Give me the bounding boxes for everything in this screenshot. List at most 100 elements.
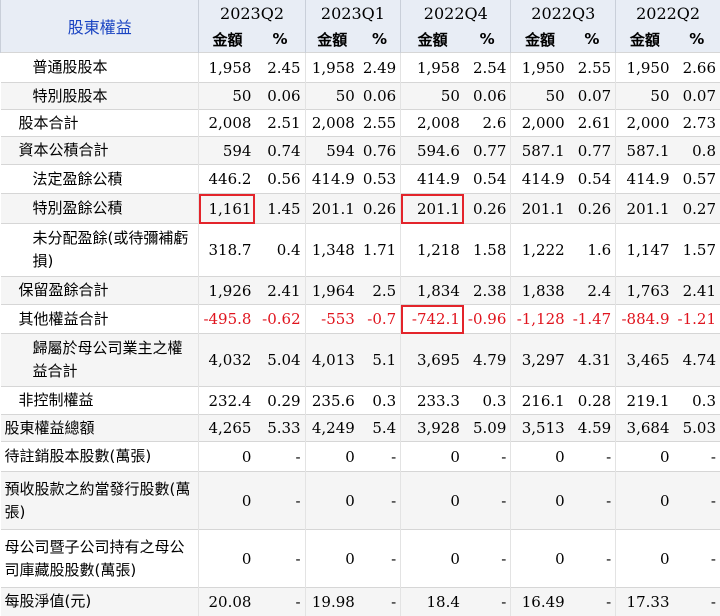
pct-cell: -0.7 xyxy=(359,305,401,334)
pct-cell: 0.74 xyxy=(255,137,305,165)
amount-cell: 446.2 xyxy=(199,165,256,194)
pct-cell: 1.58 xyxy=(464,224,511,277)
amount-cell: 0 xyxy=(305,530,359,588)
amount-cell: 50 xyxy=(511,83,569,110)
equity-table: 股東權益 2023Q2 2023Q1 2022Q4 2022Q3 2022Q2 … xyxy=(0,0,720,616)
pct-cell: 2.45 xyxy=(255,53,305,83)
table-row: 非控制權益232.40.29235.60.3233.30.3216.10.282… xyxy=(1,387,720,415)
amount-cell: 2,008 xyxy=(199,110,256,137)
amount-cell: 1,950 xyxy=(511,53,569,83)
amount-cell: 0 xyxy=(199,442,256,472)
table-row: 其他權益合計-495.8-0.62-553-0.7-742.1-0.96-1,1… xyxy=(1,305,720,334)
pct-cell: 5.04 xyxy=(255,334,305,387)
pct-cell: - xyxy=(674,530,720,588)
amount-cell: 1,161 xyxy=(199,194,256,224)
amount-cell: 3,513 xyxy=(511,415,569,442)
pct-cell: 2.49 xyxy=(359,53,401,83)
amount-cell: 1,218 xyxy=(401,224,464,277)
pct-cell: 0.3 xyxy=(464,387,511,415)
pct-cell: 0.4 xyxy=(255,224,305,277)
amount-cell: 1,348 xyxy=(305,224,359,277)
amount-cell: 232.4 xyxy=(199,387,256,415)
amount-cell: 4,265 xyxy=(199,415,256,442)
amount-cell: 587.1 xyxy=(616,137,674,165)
amount-cell: 414.9 xyxy=(401,165,464,194)
row-label: 每股淨值(元) xyxy=(1,588,199,616)
pct-cell: 0.56 xyxy=(255,165,305,194)
amount-cell: 0 xyxy=(401,442,464,472)
amount-cell: 1,222 xyxy=(511,224,569,277)
pct-cell: 2.73 xyxy=(674,110,720,137)
pct-cell: 2.41 xyxy=(674,277,720,305)
pct-cell: - xyxy=(569,588,616,616)
pct-header: % xyxy=(674,26,720,53)
pct-cell: 2.6 xyxy=(464,110,511,137)
amount-header: 金額 xyxy=(511,26,569,53)
table-row: 法定盈餘公積446.20.56414.90.53414.90.54414.90.… xyxy=(1,165,720,194)
pct-cell: - xyxy=(464,588,511,616)
pct-cell: 2.4 xyxy=(569,277,616,305)
amount-cell: -553 xyxy=(305,305,359,334)
row-label: 保留盈餘合計 xyxy=(1,277,199,305)
amount-cell: 0 xyxy=(511,472,569,530)
pct-cell: - xyxy=(464,442,511,472)
amount-cell: 16.49 xyxy=(511,588,569,616)
amount-cell: 587.1 xyxy=(511,137,569,165)
pct-cell: 0.57 xyxy=(674,165,720,194)
amount-cell: 4,032 xyxy=(199,334,256,387)
amount-cell: 2,000 xyxy=(616,110,674,137)
amount-cell: 0 xyxy=(305,442,359,472)
amount-cell: -1,128 xyxy=(511,305,569,334)
pct-cell: 2.66 xyxy=(674,53,720,83)
amount-header: 金額 xyxy=(305,26,359,53)
row-label: 預收股款之約當發行股數(萬張) xyxy=(1,472,199,530)
amount-cell: 594 xyxy=(199,137,256,165)
pct-cell: - xyxy=(359,588,401,616)
pct-cell: 2.51 xyxy=(255,110,305,137)
amount-cell: 1,926 xyxy=(199,277,256,305)
row-label: 非控制權益 xyxy=(1,387,199,415)
row-label: 特別盈餘公積 xyxy=(1,194,199,224)
amount-cell: 1,958 xyxy=(199,53,256,83)
pct-header: % xyxy=(359,26,401,53)
amount-cell: 0 xyxy=(401,530,464,588)
amount-cell: 0 xyxy=(616,530,674,588)
amount-cell: 594.6 xyxy=(401,137,464,165)
amount-header: 金額 xyxy=(401,26,464,53)
pct-cell: 0.28 xyxy=(569,387,616,415)
row-label: 股本合計 xyxy=(1,110,199,137)
amount-cell: 233.3 xyxy=(401,387,464,415)
table-row: 母公司暨子公司持有之母公司庫藏股股數(萬張)0-0-0-0-0- xyxy=(1,530,720,588)
pct-header: % xyxy=(464,26,511,53)
amount-cell: 0 xyxy=(616,442,674,472)
pct-cell: 0.06 xyxy=(359,83,401,110)
amount-cell: 1,147 xyxy=(616,224,674,277)
amount-cell: 1,950 xyxy=(616,53,674,83)
pct-cell: 1.6 xyxy=(569,224,616,277)
period-header: 2022Q4 xyxy=(401,0,511,26)
pct-cell: 4.79 xyxy=(464,334,511,387)
amount-cell: 50 xyxy=(305,83,359,110)
row-label: 資本公積合計 xyxy=(1,137,199,165)
amount-header: 金額 xyxy=(199,26,256,53)
pct-cell: 1.57 xyxy=(674,224,720,277)
table-row: 股本合計2,0082.512,0082.552,0082.62,0002.612… xyxy=(1,110,720,137)
amount-cell: 414.9 xyxy=(305,165,359,194)
row-label: 未分配盈餘(或待彌補虧損) xyxy=(1,224,199,277)
amount-cell: 594 xyxy=(305,137,359,165)
pct-cell: -0.62 xyxy=(255,305,305,334)
pct-cell: 1.71 xyxy=(359,224,401,277)
amount-cell: 0 xyxy=(616,472,674,530)
pct-cell: 0.29 xyxy=(255,387,305,415)
row-label: 法定盈餘公積 xyxy=(1,165,199,194)
amount-cell: -742.1 xyxy=(401,305,464,334)
pct-cell: 0.06 xyxy=(464,83,511,110)
amount-cell: 3,297 xyxy=(511,334,569,387)
pct-cell: 5.1 xyxy=(359,334,401,387)
amount-header: 金額 xyxy=(616,26,674,53)
amount-cell: 0 xyxy=(199,472,256,530)
pct-cell: 0.8 xyxy=(674,137,720,165)
amount-cell: 1,958 xyxy=(305,53,359,83)
pct-cell: 4.74 xyxy=(674,334,720,387)
amount-cell: -495.8 xyxy=(199,305,256,334)
